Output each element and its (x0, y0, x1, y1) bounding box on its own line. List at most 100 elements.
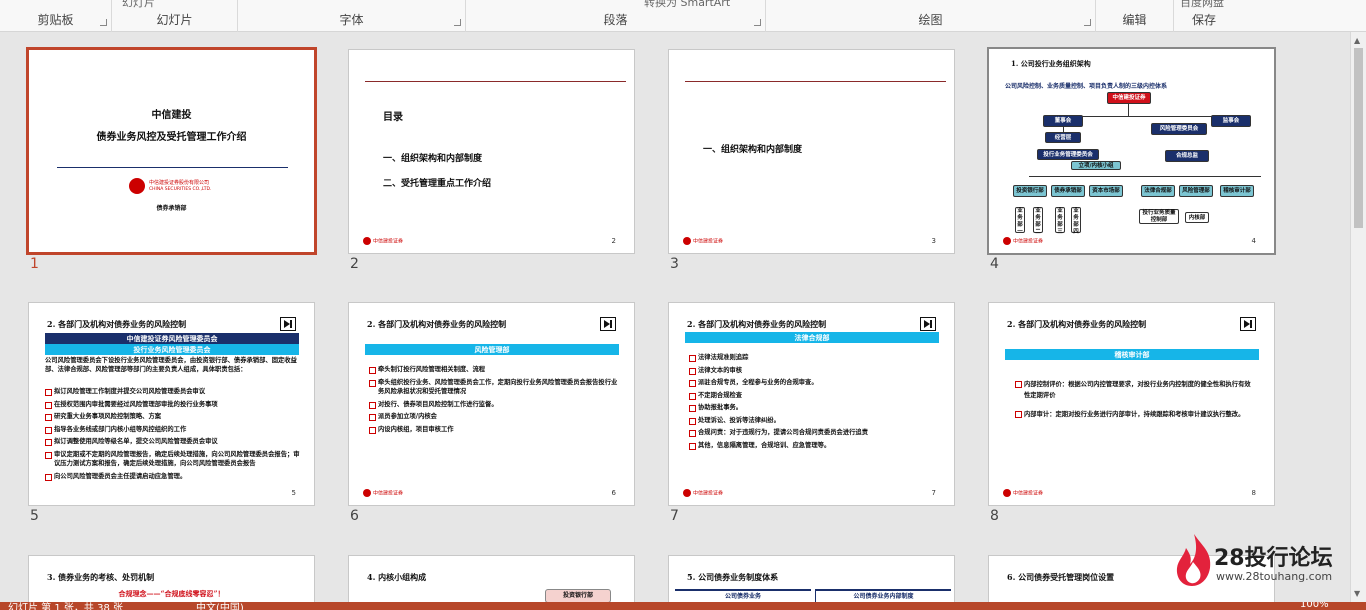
dept-bar: 风险管理部 (365, 344, 619, 355)
footer-logo: 中信建投证券 (683, 237, 723, 245)
group-label-drawing: 绘图 (918, 13, 943, 27)
org-node-board: 董事会 (1043, 115, 1083, 127)
slide-thumbnail-10[interactable]: 4. 内核小组构成 投资银行部 (348, 555, 635, 602)
dialog-launcher-icon[interactable] (754, 19, 761, 26)
slide-dept: 债券承销部 (156, 205, 187, 212)
group-label-paragraph: 段落 (603, 13, 628, 27)
section-item: 一、组织架构和内部制度 (703, 145, 803, 155)
org-node-risk-committee: 风险管理委员会 (1151, 123, 1207, 135)
org-node-management: 经营层 (1045, 132, 1081, 143)
page-number: 3 (931, 237, 936, 245)
slide-thumbnail-8[interactable]: 2. 各部门及机构对债券业务的风险控制 稽核审计部 内部控制评价：根据公司内控管… (988, 302, 1275, 506)
footer-logo: 中信建投证券 (1003, 237, 1043, 245)
header-line (365, 81, 626, 82)
slide-number-8: 8 (990, 508, 999, 524)
toc-item-2: 二、受托管理重点工作介绍 (383, 179, 492, 189)
slide-subtitle: 公司风险控制、业务质量控制、项目负责人制的三级内控体系 (1005, 83, 1168, 90)
slide-thumbnail-11[interactable]: 5. 公司债券业务制度体系 公司债券业务 公司债券业务内部制度 (668, 555, 955, 602)
ribbon-group-save[interactable]: 百度网盘 保存 (1174, 0, 1234, 32)
baidu-save-button[interactable]: 百度网盘 (1180, 0, 1224, 10)
slide-sorter-pane[interactable]: 中信建投 债券业务风控及受托管理工作介绍 中信建投证券股份有限公司 CHINA … (0, 32, 1350, 602)
connector (1029, 176, 1261, 177)
scroll-thumb[interactable] (1354, 48, 1363, 228)
org-node-top: 中信建投证券 (1107, 92, 1151, 104)
bullet-list: 法律法规准则追踪 法律文本的审核 派驻合规专员，全程参与业务的合规审查。 不定期… (689, 353, 941, 453)
slide-title: 1. 公司投行业务组织架构 (1011, 59, 1091, 68)
ribbon-group-paragraph[interactable]: 转换为 SmartArt 段落 (466, 0, 766, 32)
scroll-up-icon[interactable]: ▲ (1354, 36, 1360, 45)
slide-title: 2. 各部门及机构对债券业务的风险控制 (367, 319, 507, 329)
tab-2: 公司债券业务内部制度 (815, 589, 951, 602)
dept-bar: 稽核审计部 (1005, 349, 1259, 360)
slide-title: 5. 公司债券业务制度体系 (687, 572, 779, 582)
org-node-audit: 稽核审计部 (1220, 185, 1254, 197)
intro-paragraph: 公司风险管理委员会下设投行业务风险管理委员会，由投资银行部、债券承销部、固定收益… (45, 357, 297, 373)
new-slide-button[interactable]: 幻灯片 (122, 0, 155, 10)
logo-icon (363, 489, 371, 497)
slide-title: 2. 各部门及机构对债券业务的风险控制 (47, 319, 187, 329)
slide-thumbnail-2[interactable]: 目录 一、组织架构和内部制度 二、受托管理重点工作介绍 中信建投证券 2 (348, 49, 635, 254)
dialog-launcher-icon[interactable] (100, 19, 107, 26)
page-number: 2 (611, 237, 616, 245)
toc-item-1: 一、组织架构和内部制度 (383, 154, 483, 164)
org-node-ib-committee: 投行业务管理委员会 (1037, 149, 1099, 160)
slide-subtitle: 合规理念——“合规底线零容忍”！ (118, 589, 225, 598)
ribbon-group-editing[interactable]: 编辑 (1096, 0, 1174, 32)
slide-number-2: 2 (350, 256, 359, 272)
nav-end-icon (920, 317, 936, 331)
slide-thumbnail-7[interactable]: 2. 各部门及机构对债券业务的风险控制 法律合规部 法律法规准则追踪 法律文本的… (668, 302, 955, 506)
convert-smartart-button[interactable]: 转换为 SmartArt (644, 0, 730, 10)
zoom-level[interactable]: 100% (1300, 602, 1329, 610)
logo-icon (129, 178, 145, 194)
slide-thumbnail-9[interactable]: 3. 债券业务的考核、处罚机制 合规理念——“合规底线零容忍”！ (28, 555, 315, 602)
org-node-legal: 法律合规部 (1141, 185, 1175, 197)
bullet-item: 牵头组织投行业务、风险管理委员会工作，定期向投行业务风险管理委员会报告投行业务风… (369, 378, 621, 397)
page-number: 7 (931, 489, 936, 497)
bullet-item: 牵头制订投行风险管理相关制度、流程 (369, 365, 621, 375)
nav-end-icon (280, 317, 296, 331)
org-node-team-3: 业务部三 (1055, 207, 1065, 235)
bullet-list: 拟订风险管理工作制度并提交公司风险管理委员会审议 在授权范围内审批需要经过风险管… (45, 387, 301, 484)
ribbon-group-slides[interactable]: 幻灯片 幻灯片 (112, 0, 238, 32)
slide-thumbnail-6[interactable]: 2. 各部门及机构对债券业务的风险控制 风险管理部 牵头制订投行风险管理相关制度… (348, 302, 635, 506)
slide-thumbnail-3[interactable]: 一、组织架构和内部制度 中信建投证券 3 (668, 49, 955, 254)
watermark-url: www.28touhang.com (1216, 570, 1333, 583)
watermark-text: 28投行论坛 (1214, 546, 1333, 571)
connector (1128, 104, 1129, 116)
bullet-item: 合规问责：对于违规行为，提请公司合规问责委员会进行追责 (689, 428, 941, 438)
group-label-font: 字体 (339, 13, 364, 27)
bullet-item: 拟订风险管理工作制度并提交公司风险管理委员会审议 (45, 387, 301, 397)
org-node-compliance: 合规总监 (1165, 150, 1209, 162)
bullet-item: 派驻合规专员，全程参与业务的合规审查。 (689, 378, 941, 388)
ribbon-group-clipboard[interactable]: 剪贴板 (0, 0, 112, 32)
ribbon-group-drawing[interactable]: 绘图 (766, 0, 1096, 32)
language-indicator[interactable]: 中文(中国) (196, 602, 244, 610)
org-node-team-1: 业务部一 (1015, 207, 1025, 235)
dialog-launcher-icon[interactable] (454, 19, 461, 26)
bullet-item: 内部审计：定期对投行业务进行内部审计，持续跟踪和考核审计建议执行整改。 (1015, 409, 1255, 420)
bullet-item: 处理诉讼、投诉等法律纠纷。 (689, 416, 941, 426)
logo-icon (683, 489, 691, 497)
slide-thumbnail-4[interactable]: 1. 公司投行业务组织架构 公司风险控制、业务质量控制、项目负责人制的三级内控体… (987, 47, 1276, 255)
footer-logo: 中信建投证券 (363, 237, 403, 245)
bullet-list: 内部控制评价：根据公司内控管理要求，对投行业务内控制度的健全性和执行有效性定期评… (1015, 379, 1255, 423)
ribbon-group-font[interactable]: 字体 (238, 0, 466, 32)
slide-number-4: 4 (990, 256, 999, 272)
dialog-launcher-icon[interactable] (1084, 19, 1091, 26)
slide-thumbnail-5[interactable]: 2. 各部门及机构对债券业务的风险控制 中信建投证券风险管理委员会 投行业务风险… (28, 302, 315, 506)
scroll-down-icon[interactable]: ▼ (1354, 589, 1360, 598)
company-logo: 中信建投证券股份有限公司 CHINA SECURITIES CO.,LTD. (129, 178, 219, 196)
vertical-scrollbar[interactable]: ▲ ▼ (1350, 32, 1366, 602)
page-number: 6 (611, 489, 616, 497)
slide-thumbnail-1[interactable]: 中信建投 债券业务风控及受托管理工作介绍 中信建投证券股份有限公司 CHINA … (26, 47, 317, 255)
footer-logo: 中信建投证券 (683, 489, 723, 497)
slide-number-3: 3 (670, 256, 679, 272)
group-label-clipboard: 剪贴板 (37, 13, 74, 27)
nav-end-icon (1240, 317, 1256, 331)
flame-icon (1176, 534, 1211, 586)
ib-committee-bar: 投行业务风险管理委员会 (45, 344, 299, 355)
org-node-kernel-dept: 内核部 (1185, 212, 1209, 223)
bullet-item: 派员参加立项/内核会 (369, 412, 621, 422)
bullet-item: 法律文本的审核 (689, 366, 941, 376)
bullet-item: 内设内核组，项目审核工作 (369, 425, 621, 435)
